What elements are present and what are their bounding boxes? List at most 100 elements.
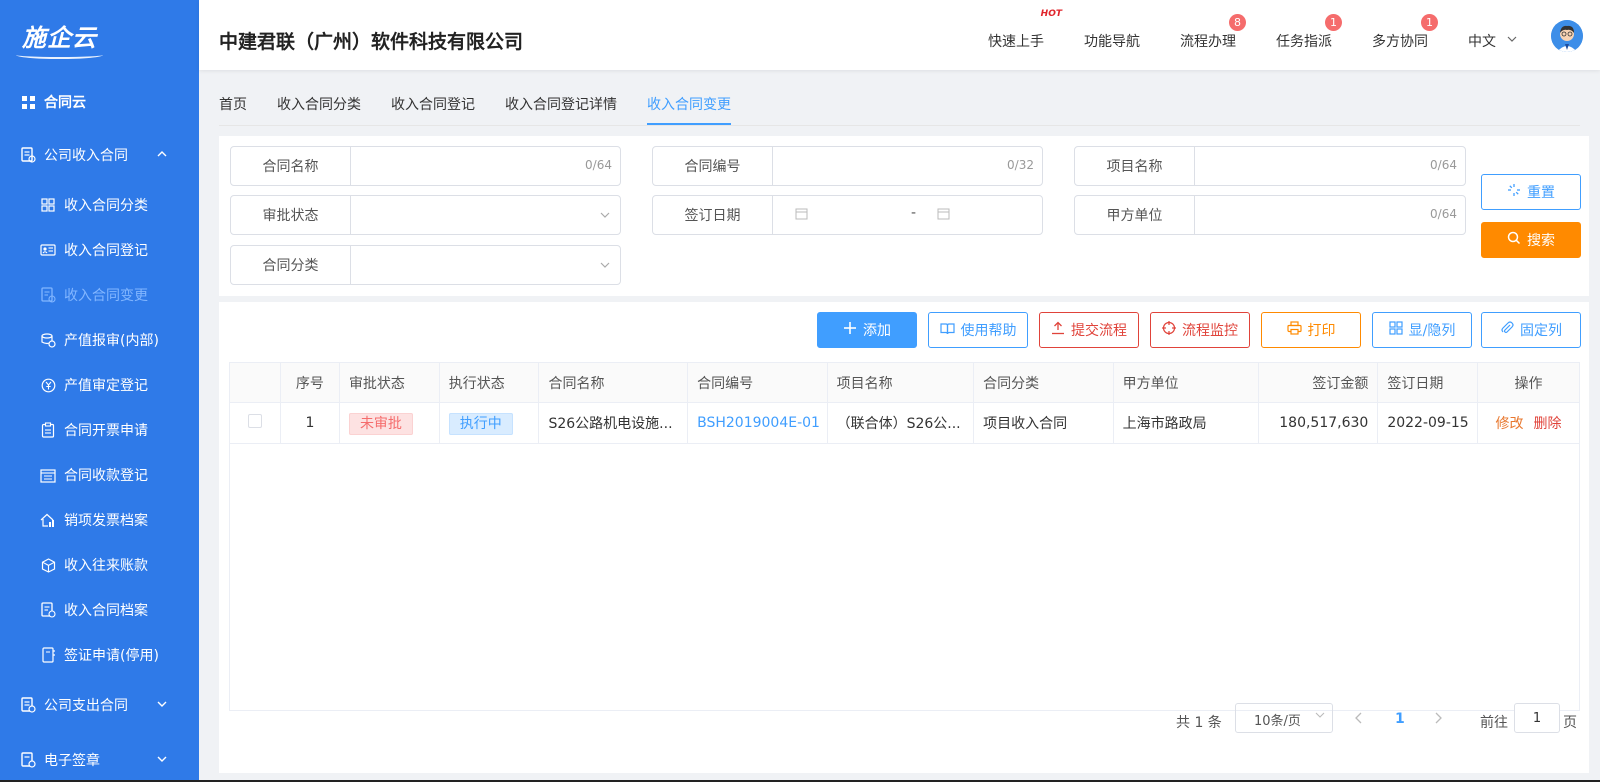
chevron-down-icon: [155, 697, 171, 713]
help-button[interactable]: 使用帮助: [928, 312, 1028, 348]
sidebar-item-label: 公司收入合同: [44, 148, 128, 164]
contract-icon: [20, 147, 36, 163]
task-assign-link[interactable]: 任务指派 1: [1276, 14, 1342, 51]
sidebar: 施企云 合同云 公司收入合同 收入合同分类 收入合同登记 收入合同变更 产值报审…: [0, 0, 199, 782]
column-header: 签订日期: [1377, 362, 1479, 403]
sidebar-item-income-contracts[interactable]: 公司收入合同: [0, 135, 199, 175]
sidebar-item-label: 产值审定登记: [64, 378, 148, 394]
sidebar-item-income-category[interactable]: 收入合同分类: [0, 185, 199, 225]
chevron-down-icon: [1506, 33, 1518, 49]
pin-columns-button[interactable]: 固定列: [1481, 312, 1581, 348]
tab-home[interactable]: 首页: [219, 94, 247, 114]
monitor-flow-label: 流程监控: [1182, 323, 1238, 339]
sidebar-item-contract-cloud[interactable]: 合同云: [0, 82, 199, 122]
sidebar-item-receipt-register[interactable]: 合同收款登记: [0, 455, 199, 495]
function-nav-link[interactable]: 功能导航: [1084, 31, 1140, 51]
tab-income-register-detail[interactable]: 收入合同登记详情: [505, 94, 617, 114]
party-a-input[interactable]: 0/64: [1195, 196, 1465, 234]
delete-link[interactable]: 删除: [1534, 416, 1562, 432]
contract-table: 序号 审批状态 执行状态 合同名称 合同编号 项目名称 合同分类 甲方单位 签订…: [229, 362, 1580, 444]
search-label: 搜索: [1527, 233, 1555, 249]
top-header: 中建君联（广州）软件科技有限公司 快速上手 HOT 功能导航 流程办理 8 任务…: [199, 0, 1600, 70]
sidebar-item-expense-contracts[interactable]: 公司支出合同: [0, 685, 199, 725]
yen-circle-icon: [40, 377, 56, 393]
sign-date-range[interactable]: -: [773, 196, 1042, 234]
column-header: 甲方单位: [1112, 362, 1260, 403]
contract-no-input[interactable]: 0/32: [773, 147, 1042, 185]
execution-status-tag: 执行中: [448, 413, 513, 435]
sidebar-item-output-review[interactable]: 产值报审(内部): [0, 320, 199, 360]
toggle-columns-button[interactable]: 显/隐列: [1372, 312, 1472, 348]
search-button[interactable]: 搜索: [1481, 222, 1581, 258]
sidebar-item-e-signature[interactable]: 电子签章: [0, 740, 199, 780]
sidebar-item-visa-apply[interactable]: 签证申请(停用): [0, 635, 199, 675]
page-size-label: 10条/页: [1254, 714, 1301, 729]
sidebar-item-income-accounts[interactable]: 收入往来账款: [0, 545, 199, 585]
column-header: 项目名称: [826, 362, 975, 403]
contract-table-panel: 添加 使用帮助 提交流程 流程监控 打印 显/隐列 固定列 序号 审批状态 执行…: [219, 302, 1589, 773]
contract-name-filter: 合同名称 0/64: [230, 146, 621, 186]
char-count: 0/64: [585, 158, 612, 172]
user-avatar[interactable]: [1551, 20, 1583, 52]
contract-category-filter: 合同分类: [230, 245, 621, 285]
contract-no-filter: 合同编号 0/32: [652, 146, 1043, 186]
count-badge: 8: [1229, 14, 1246, 31]
coins-icon: [40, 332, 56, 348]
logo-text: 施企云: [16, 18, 103, 59]
sidebar-item-label: 合同收款登记: [64, 468, 148, 484]
goto-page-input[interactable]: [1514, 703, 1560, 733]
approval-cell: 未审批: [338, 402, 440, 444]
filter-label: 合同编号: [653, 147, 773, 185]
print-button[interactable]: 打印: [1261, 312, 1361, 348]
pin-columns-label: 固定列: [1520, 323, 1562, 339]
filter-label: 签订日期: [653, 196, 773, 234]
add-label: 添加: [863, 323, 891, 339]
contract-category-select[interactable]: [351, 246, 620, 284]
tab-income-register[interactable]: 收入合同登记: [391, 94, 475, 114]
sidebar-item-invoice-apply[interactable]: 合同开票申请: [0, 410, 199, 450]
sidebar-item-label: 电子签章: [44, 753, 100, 769]
page-size-select[interactable]: 10条/页: [1235, 703, 1333, 733]
collaboration-link[interactable]: 多方协同 1: [1372, 14, 1438, 51]
project-name-cell: （联合体）S26公...: [826, 402, 975, 444]
sidebar-item-output-approved[interactable]: 产值审定登记: [0, 365, 199, 405]
approval-status-select[interactable]: [351, 196, 620, 234]
logo[interactable]: 施企云: [0, 0, 199, 70]
sidebar-item-label: 公司支出合同: [44, 698, 128, 714]
contract-name-input[interactable]: 0/64: [351, 147, 620, 185]
sidebar-item-output-invoice-archive[interactable]: 销项发票档案: [0, 500, 199, 540]
select-all-header: [229, 362, 281, 403]
monitor-flow-button[interactable]: 流程监控: [1150, 312, 1250, 348]
table-header-row: 序号 审批状态 执行状态 合同名称 合同编号 项目名称 合同分类 甲方单位 签订…: [229, 362, 1580, 403]
quick-start-link[interactable]: 快速上手 HOT: [988, 9, 1062, 51]
table-row[interactable]: 1 未审批 执行中 S26公路机电设施... BSH2019004E-01 （联…: [229, 402, 1580, 444]
next-page-button[interactable]: [1432, 711, 1444, 729]
sidebar-item-income-change[interactable]: 收入合同变更: [0, 275, 199, 315]
help-label: 使用帮助: [960, 323, 1017, 339]
grid-icon: [1389, 321, 1403, 339]
row-checkbox[interactable]: [247, 414, 262, 428]
tab-income-category[interactable]: 收入合同分类: [277, 94, 361, 114]
current-page[interactable]: 1: [1395, 711, 1405, 727]
id-card-icon: [40, 242, 56, 258]
approval-status-filter: 审批状态: [230, 195, 621, 235]
sidebar-item-income-register[interactable]: 收入合同登记: [0, 230, 199, 270]
prev-page-button[interactable]: [1353, 711, 1365, 729]
edit-link[interactable]: 修改: [1496, 416, 1524, 432]
sidebar-item-income-archive[interactable]: 收入合同档案: [0, 590, 199, 630]
tab-income-change[interactable]: 收入合同变更: [647, 94, 731, 114]
process-handling-link[interactable]: 流程办理 8: [1180, 14, 1246, 51]
language-select[interactable]: 中文: [1468, 31, 1518, 51]
column-header: 执行状态: [438, 362, 540, 403]
submit-flow-button[interactable]: 提交流程: [1039, 312, 1139, 348]
stamp-icon: [20, 752, 36, 768]
add-button[interactable]: 添加: [817, 312, 917, 348]
sign-date-filter: 签订日期 -: [652, 195, 1043, 235]
sidebar-item-label: 销项发票档案: [64, 513, 148, 529]
contract-code-link[interactable]: BSH2019004E-01: [687, 402, 828, 444]
document-edit-icon: [40, 287, 56, 303]
project-name-input[interactable]: 0/64: [1195, 147, 1465, 185]
nav-label: 快速上手: [988, 34, 1044, 50]
reset-button[interactable]: 重置: [1481, 174, 1581, 210]
language-label: 中文: [1468, 34, 1496, 50]
